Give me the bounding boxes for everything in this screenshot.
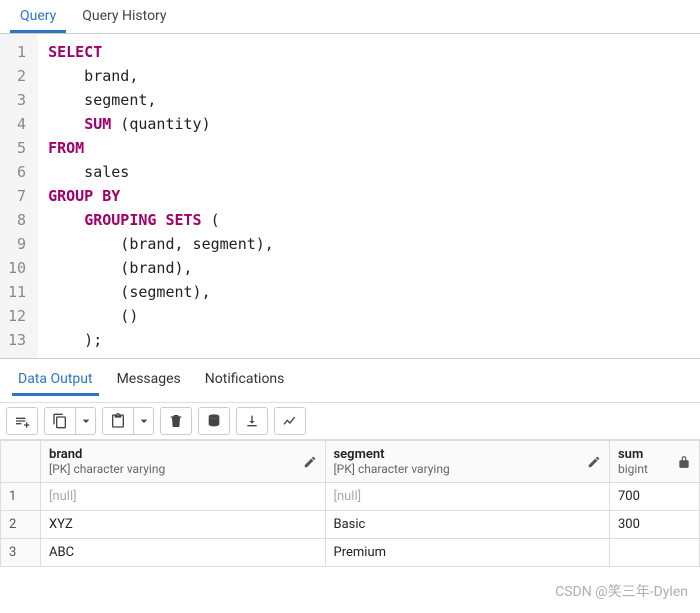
database-icon	[206, 413, 222, 429]
table-row[interactable]: 3 ABC Premium	[1, 539, 700, 567]
column-header-brand[interactable]: brand [PK] character varying	[41, 441, 326, 483]
result-grid: brand [PK] character varying segment [PK…	[0, 440, 700, 567]
download-button[interactable]	[236, 407, 268, 435]
lock-icon	[677, 455, 691, 469]
trash-icon	[168, 413, 184, 429]
column-header-sum[interactable]: sum bigint	[610, 441, 700, 483]
cell-sum[interactable]: 700	[610, 483, 700, 511]
edit-icon	[587, 455, 601, 469]
cell-brand[interactable]: ABC	[41, 539, 326, 567]
table-row[interactable]: 1 [null] [null] 700	[1, 483, 700, 511]
row-header-corner	[1, 441, 41, 483]
copy-icon	[52, 413, 68, 429]
code-content[interactable]: SELECT brand, segment, SUM (quantity) FR…	[38, 34, 700, 358]
row-number: 3	[1, 539, 41, 567]
table-row[interactable]: 2 XYZ Basic 300	[1, 511, 700, 539]
line-gutter: 123 456 789 101112 13	[0, 34, 38, 358]
delete-button[interactable]	[160, 407, 192, 435]
paste-menu-button[interactable]	[134, 407, 154, 435]
cell-brand[interactable]: XYZ	[41, 511, 326, 539]
save-data-button[interactable]	[198, 407, 230, 435]
copy-menu-button[interactable]	[76, 407, 96, 435]
paste-icon	[110, 413, 126, 429]
cell-sum[interactable]	[610, 539, 700, 567]
add-row-button[interactable]	[6, 407, 38, 435]
chart-icon	[282, 413, 298, 429]
output-tabs: Data Output Messages Notifications	[0, 359, 700, 403]
row-number: 2	[1, 511, 41, 539]
copy-button[interactable]	[44, 407, 76, 435]
tab-query[interactable]: Query	[10, 0, 66, 33]
cell-segment[interactable]: Premium	[325, 539, 610, 567]
chart-button[interactable]	[274, 407, 306, 435]
row-number: 1	[1, 483, 41, 511]
tab-notifications[interactable]: Notifications	[199, 367, 291, 396]
tab-messages[interactable]: Messages	[111, 367, 187, 396]
cell-segment[interactable]: Basic	[325, 511, 610, 539]
tab-query-history[interactable]: Query History	[72, 0, 176, 33]
chevron-down-icon	[136, 413, 152, 429]
watermark: CSDN @笑三年-Dylen	[555, 581, 688, 601]
tab-data-output[interactable]: Data Output	[12, 367, 99, 396]
add-row-icon	[14, 413, 30, 429]
column-header-segment[interactable]: segment [PK] character varying	[325, 441, 610, 483]
download-icon	[244, 413, 260, 429]
cell-sum[interactable]: 300	[610, 511, 700, 539]
cell-segment[interactable]: [null]	[325, 483, 610, 511]
output-toolbar	[0, 403, 700, 440]
paste-button[interactable]	[102, 407, 134, 435]
editor-tabs: Query Query History	[0, 0, 700, 34]
cell-brand[interactable]: [null]	[41, 483, 326, 511]
sql-editor[interactable]: 123 456 789 101112 13 SELECT brand, segm…	[0, 34, 700, 359]
chevron-down-icon	[78, 413, 94, 429]
edit-icon	[303, 455, 317, 469]
